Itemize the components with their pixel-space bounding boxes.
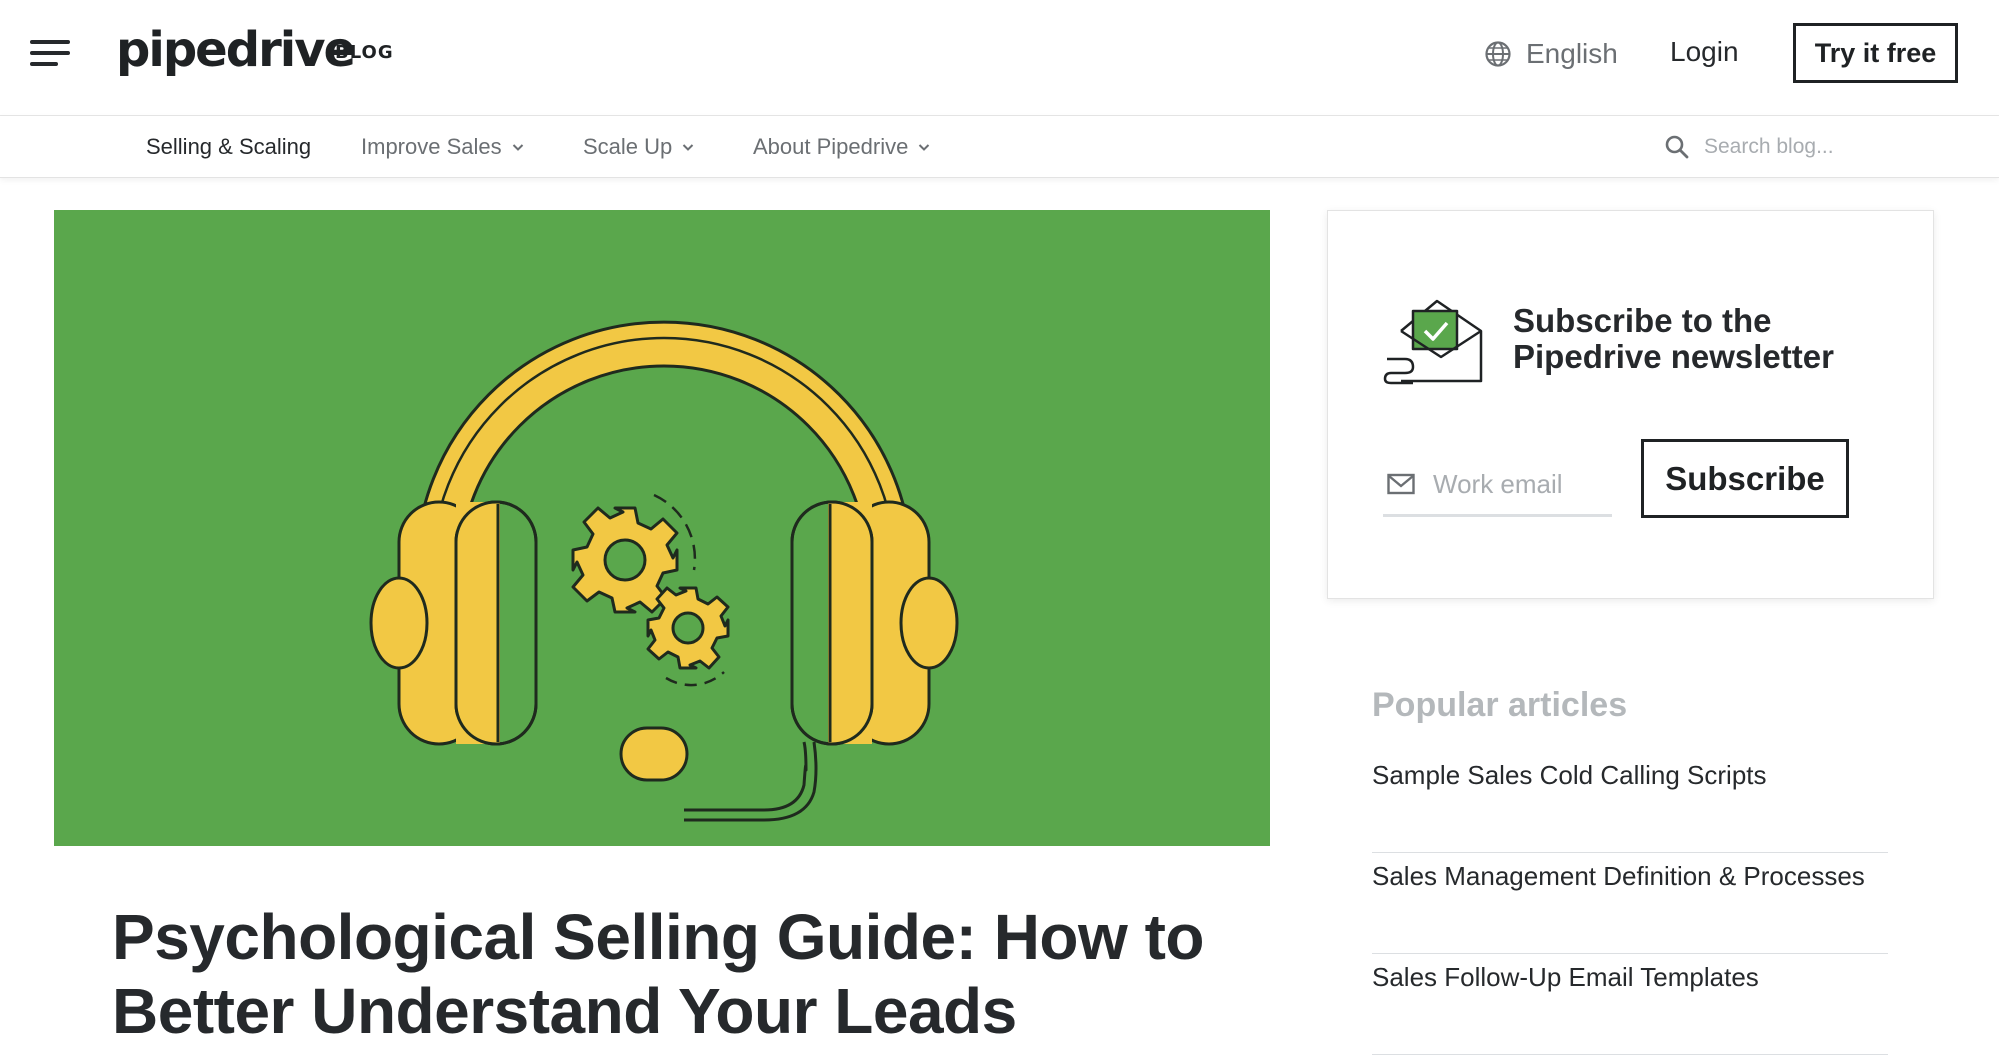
newsletter-title: Subscribe to the Pipedrive newsletter <box>1513 302 1834 375</box>
language-selector[interactable]: English <box>1484 34 1618 74</box>
headset-icon <box>369 320 959 822</box>
sub-navigation: Selling & Scaling Improve Sales Scale Up… <box>0 116 1999 178</box>
article-title: Psychological Selling Guide: How to Bett… <box>112 901 1204 1047</box>
blog-search <box>1664 116 1964 178</box>
email-field <box>1383 454 1612 517</box>
nav-item-label: Scale Up <box>583 134 673 159</box>
nav-item-label: Selling & Scaling <box>146 134 312 159</box>
subscribe-button[interactable]: Subscribe <box>1641 439 1849 518</box>
search-icon[interactable] <box>1664 134 1690 160</box>
mail-icon <box>1387 473 1415 495</box>
nav-item-about-pipedrive[interactable]: About Pipedrive <box>753 116 930 178</box>
login-link[interactable]: Login <box>1670 36 1739 68</box>
envelope-check-icon <box>1383 299 1483 385</box>
logo-blog-label: BLOG <box>335 42 394 63</box>
popular-articles-list: Sample Sales Cold Calling Scripts Sales … <box>1372 752 1888 1055</box>
popular-article-link[interactable]: Sales Follow-Up Email Templates <box>1372 954 1888 1055</box>
language-label: English <box>1526 38 1618 69</box>
popular-article-link[interactable]: Sales Management Definition & Processes <box>1372 853 1888 954</box>
nav-item-selling-scaling[interactable]: Selling & Scaling <box>146 116 311 178</box>
nav-item-label: Improve Sales <box>361 134 502 159</box>
search-input[interactable] <box>1704 135 1944 159</box>
chevron-down-icon <box>512 144 523 151</box>
nav-item-improve-sales[interactable]: Improve Sales <box>361 116 524 178</box>
menu-icon[interactable] <box>30 40 72 68</box>
newsletter-card: Subscribe to the Pipedrive newsletter Su… <box>1327 210 1934 599</box>
chevron-down-icon <box>683 144 694 151</box>
nav-item-label: About Pipedrive <box>753 134 909 159</box>
logo[interactable]: pipedrive <box>116 20 356 80</box>
globe-icon <box>1485 41 1511 67</box>
nav-item-scale-up[interactable]: Scale Up <box>583 116 694 178</box>
popular-articles-heading: Popular articles <box>1372 686 1628 724</box>
email-input[interactable] <box>1433 468 1603 500</box>
try-free-button[interactable]: Try it free <box>1793 23 1958 83</box>
hero-image <box>54 210 1270 846</box>
chevron-down-icon <box>919 144 930 151</box>
top-header: pipedrive BLOG English Login Try it free <box>0 0 1999 116</box>
popular-article-link[interactable]: Sample Sales Cold Calling Scripts <box>1372 752 1888 853</box>
